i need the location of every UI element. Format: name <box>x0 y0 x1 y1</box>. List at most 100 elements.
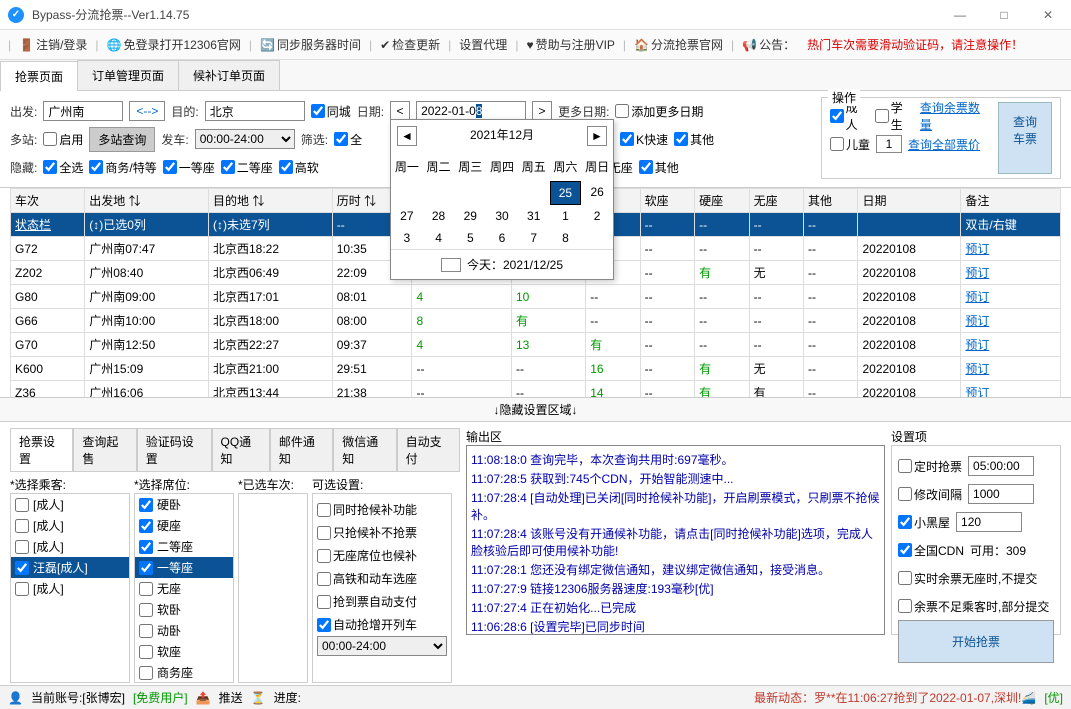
blackroom-input[interactable] <box>956 512 1022 532</box>
passenger-item[interactable]: [成人] <box>11 515 129 536</box>
train-row[interactable]: G66广州南10:00北京西18:0008:008有----------2022… <box>11 309 1061 333</box>
tab-grab[interactable]: 抢票页面 <box>0 61 78 91</box>
blackroom-checkbox[interactable] <box>898 515 912 529</box>
tab-orders[interactable]: 订单管理页面 <box>77 60 179 90</box>
stab-grab[interactable]: 抢票设置 <box>10 428 73 471</box>
minimize-button[interactable]: — <box>945 8 975 22</box>
to-input[interactable] <box>205 101 305 121</box>
insuf-checkbox[interactable] <box>898 599 912 613</box>
opt-seatsel-checkbox[interactable] <box>317 572 331 586</box>
seat-item[interactable]: 动卧 <box>135 620 233 641</box>
biz-checkbox[interactable] <box>89 160 103 174</box>
timed-input[interactable] <box>968 456 1034 476</box>
interval-input[interactable] <box>968 484 1034 504</box>
student-checkbox[interactable] <box>875 109 889 123</box>
from-label: 出发: <box>10 103 37 120</box>
swap-button[interactable]: <--> <box>129 101 165 121</box>
announce-label: 📢 公告： <box>738 34 799 55</box>
query-price-link[interactable]: 查询全部票价 <box>908 136 980 153</box>
logout-button[interactable]: 🚪 注销/登录 <box>15 34 91 55</box>
site-button[interactable]: 🏠 分流抢票官网 <box>630 34 727 55</box>
col-remark[interactable]: 备注 <box>961 189 1061 213</box>
opt-waitlist-checkbox[interactable] <box>317 503 331 517</box>
seat-item[interactable]: 硬座 <box>135 515 233 536</box>
train-row[interactable]: Z36广州16:06北京西13:4421:38----14--有有--20220… <box>11 381 1061 398</box>
opt-autoadd-checkbox[interactable] <box>317 618 331 632</box>
col-noseat[interactable]: 无座 <box>749 189 803 213</box>
maximize-button[interactable]: □ <box>989 8 1019 22</box>
date-input[interactable]: 2022-01-08 <box>416 101 526 121</box>
softhigh-checkbox[interactable] <box>279 160 293 174</box>
seat-item[interactable]: 一等座 <box>135 557 233 578</box>
more-date-checkbox[interactable] <box>615 104 629 118</box>
realtime-checkbox[interactable] <box>898 571 912 585</box>
adult-checkbox[interactable] <box>830 109 844 123</box>
query-count-link[interactable]: 查询余票数量 <box>920 99 990 133</box>
col-train[interactable]: 车次 <box>11 189 85 213</box>
cal-today-button[interactable]: 今天：2021/12/25 <box>467 256 563 273</box>
seat-item[interactable]: 软卧 <box>135 599 233 620</box>
open-12306-button[interactable]: 🌐 免登录打开12306官网 <box>103 34 245 55</box>
filter-all-checkbox[interactable] <box>334 132 348 146</box>
other2-checkbox[interactable] <box>639 160 653 174</box>
stab-autopay[interactable]: 自动支付 <box>397 428 460 471</box>
train-row[interactable]: K600广州15:09北京西21:0029:51----16--有无--2022… <box>11 357 1061 381</box>
multi-query-button[interactable]: 多站查询 <box>89 127 155 152</box>
passenger-item[interactable]: [成人] <box>11 536 129 557</box>
child-count-input[interactable] <box>876 135 902 153</box>
cal-next-button[interactable]: ► <box>587 126 607 146</box>
interval-checkbox[interactable] <box>898 487 912 501</box>
multi-enable-checkbox[interactable] <box>43 132 57 146</box>
query-button[interactable]: 查询 车票 <box>998 102 1052 174</box>
opt-onlywait-checkbox[interactable] <box>317 526 331 540</box>
stab-wechat[interactable]: 微信通知 <box>333 428 396 471</box>
seat-item[interactable]: 软座 <box>135 641 233 662</box>
first-checkbox[interactable] <box>163 160 177 174</box>
timed-checkbox[interactable] <box>898 459 912 473</box>
date-prev-button[interactable]: < <box>390 101 410 121</box>
cal-prev-button[interactable]: ◄ <box>397 126 417 146</box>
stab-mail[interactable]: 邮件通知 <box>270 428 333 471</box>
passenger-item[interactable]: [成人] <box>11 578 129 599</box>
samecity-checkbox[interactable] <box>311 104 325 118</box>
train-row[interactable]: G80广州南09:00北京西17:0108:01410----------202… <box>11 285 1061 309</box>
passenger-item[interactable]: [成人] <box>11 494 129 515</box>
start-grab-button[interactable]: 开始抢票 <box>898 620 1054 663</box>
dep-time-select[interactable]: 00:00-24:00 <box>195 129 295 149</box>
push-icon[interactable]: 📤 <box>196 691 211 705</box>
cal-day-25[interactable]: 25 <box>550 181 582 205</box>
date-next-button[interactable]: > <box>532 101 552 121</box>
col-arr[interactable]: 目的地 ⇅ <box>208 189 332 213</box>
hide-all-checkbox[interactable] <box>43 160 57 174</box>
seat-item[interactable]: 无座 <box>135 578 233 599</box>
col-softseat[interactable]: 软座 <box>640 189 694 213</box>
proxy-button[interactable]: 设置代理 <box>455 34 511 55</box>
opt-noseatwait-checkbox[interactable] <box>317 549 331 563</box>
seat-item[interactable]: 二等座 <box>135 536 233 557</box>
stab-presale[interactable]: 查询起售 <box>73 428 136 471</box>
col-dep[interactable]: 出发地 ⇅ <box>85 189 209 213</box>
stab-qq[interactable]: QQ通知 <box>212 428 270 471</box>
seat-item[interactable]: 商务座 <box>135 662 233 683</box>
col-other[interactable]: 其他 <box>804 189 858 213</box>
passenger-item[interactable]: 汪磊[成人] <box>11 557 129 578</box>
close-button[interactable]: ✕ <box>1033 8 1063 22</box>
train-row[interactable]: G70广州南12:50北京西22:2709:37413有--------2022… <box>11 333 1061 357</box>
opt-autopay-checkbox[interactable] <box>317 595 331 609</box>
seat-item[interactable]: 硬卧 <box>135 494 233 515</box>
col-hardseat[interactable]: 硬座 <box>695 189 749 213</box>
stab-captcha[interactable]: 验证码设置 <box>137 428 212 471</box>
check-update-button[interactable]: ✔ 检查更新 <box>376 34 444 55</box>
other-checkbox[interactable] <box>674 132 688 146</box>
kfast-checkbox[interactable] <box>620 132 634 146</box>
child-checkbox[interactable] <box>830 137 844 151</box>
second-checkbox[interactable] <box>221 160 235 174</box>
cdn-checkbox[interactable] <box>898 543 912 557</box>
hide-settings-bar[interactable]: ↓隐藏设置区域↓ <box>0 397 1071 422</box>
opt-time-select[interactable]: 00:00-24:00 <box>317 636 447 656</box>
sync-time-button[interactable]: 🔄 同步服务器时间 <box>256 34 365 55</box>
col-date[interactable]: 日期 <box>858 189 961 213</box>
tab-waitlist[interactable]: 候补订单页面 <box>178 60 280 90</box>
sponsor-button[interactable]: ♥ 赞助与注册VIP <box>522 34 618 55</box>
from-input[interactable] <box>43 101 123 121</box>
